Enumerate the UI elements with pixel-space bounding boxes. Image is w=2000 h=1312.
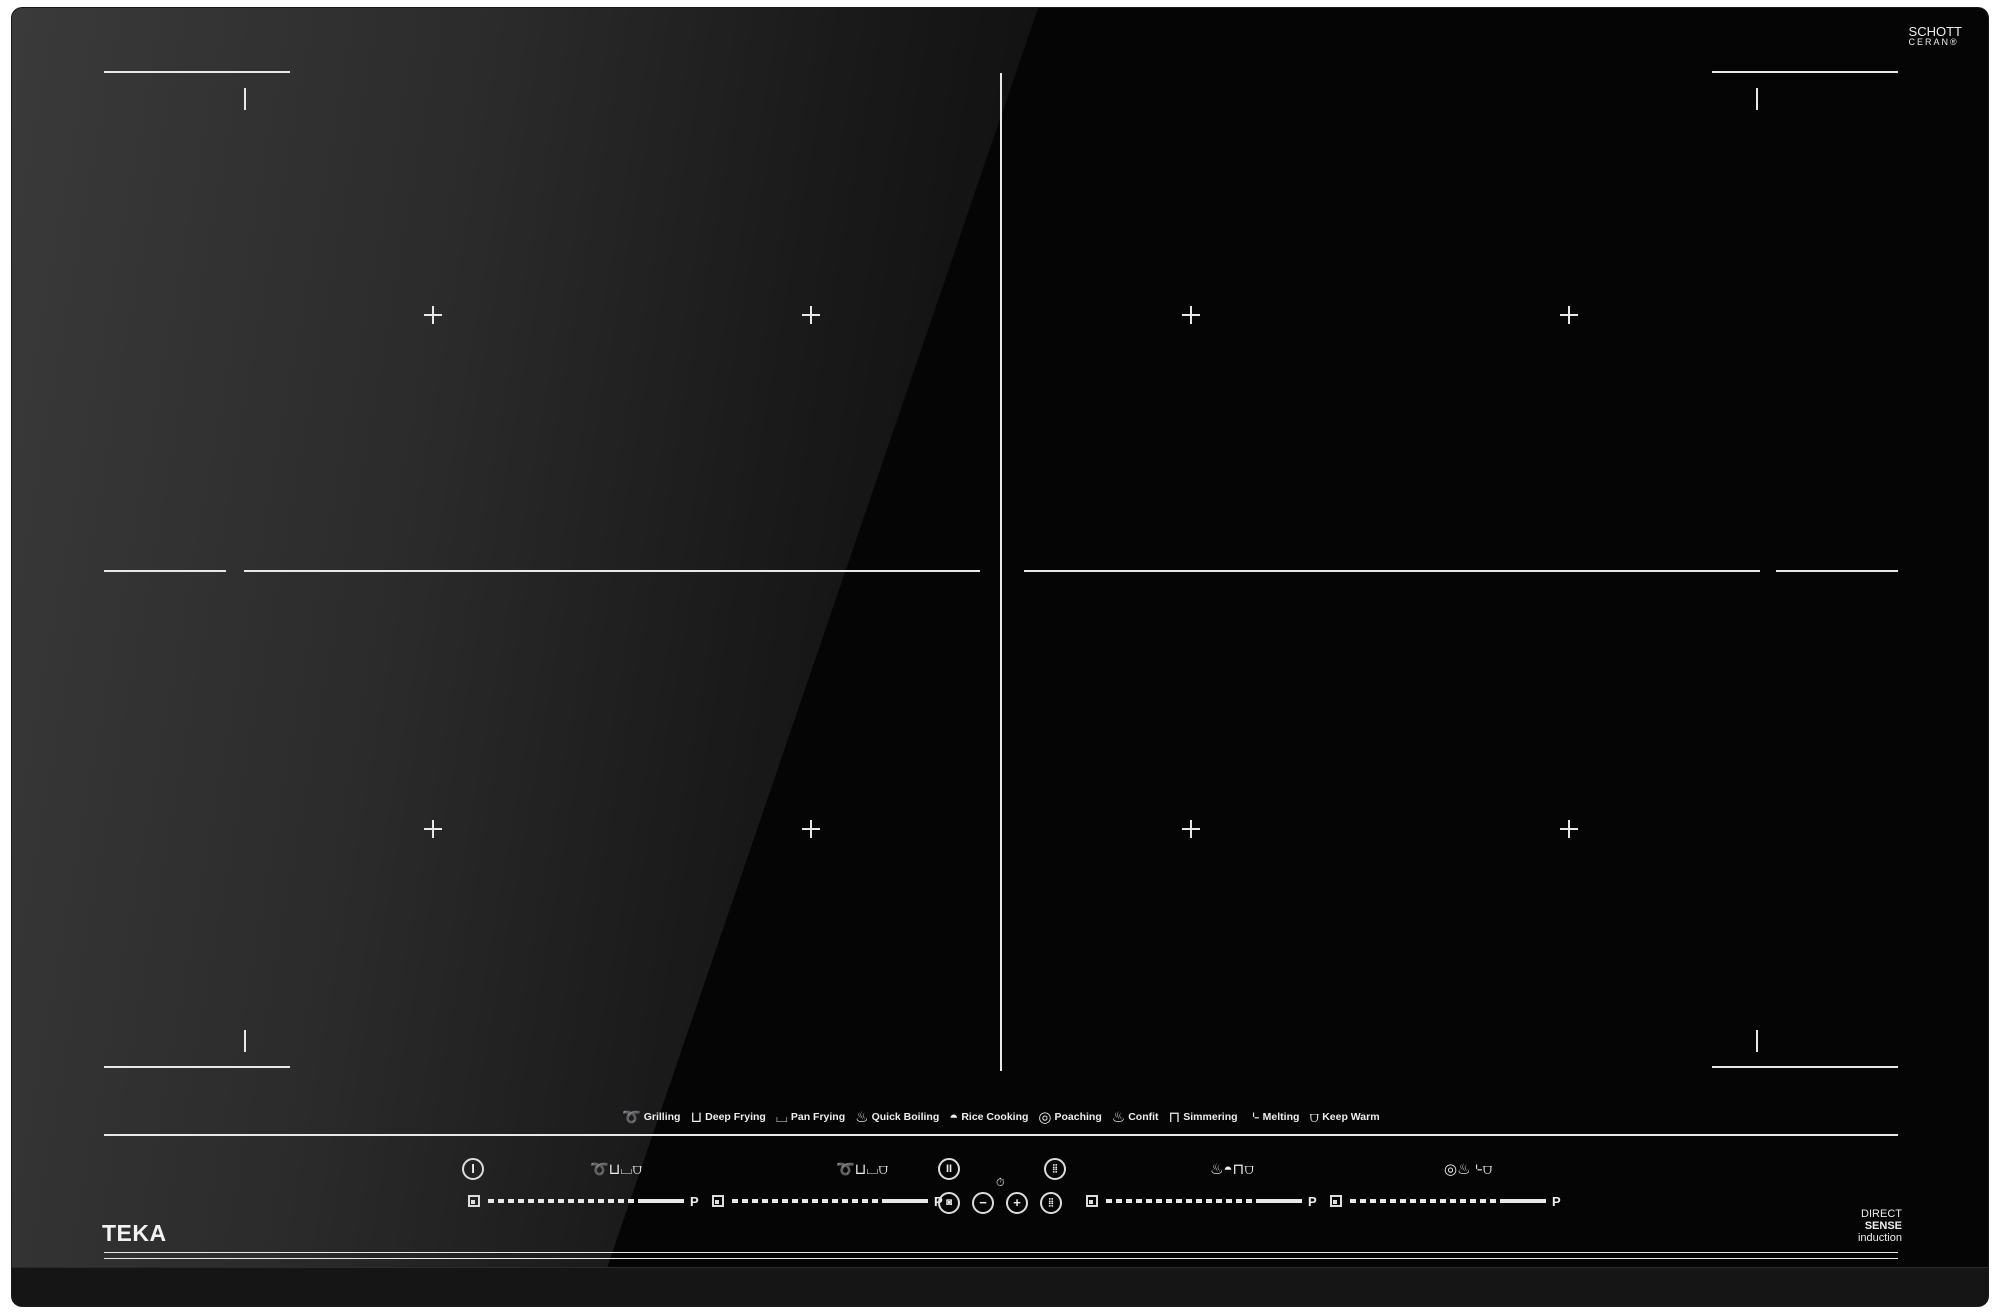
slider-track[interactable] (1350, 1199, 1546, 1203)
zone3-power-slider[interactable]: P (1086, 1192, 1317, 1210)
hob-front-edge (12, 1267, 1988, 1306)
function-poaching[interactable]: ◎ Poaching (1038, 1108, 1101, 1126)
badge-line2: SENSE (1864, 1220, 1902, 1232)
zone-divider (104, 570, 226, 572)
boil-icon: ♨ (855, 1109, 869, 1126)
function-rice-cooking[interactable]: ◓ Rice Cooking (949, 1109, 1028, 1126)
direct-sense-badge: DIRECT SENSE induction (1858, 1208, 1902, 1244)
zone4-power-slider[interactable]: P (1330, 1192, 1561, 1210)
flex-zone-button[interactable]: ⦙⦙ (1044, 1158, 1066, 1180)
zone-center-mark (1560, 306, 1578, 324)
function-label: Deep Frying (705, 1111, 766, 1123)
induction-hob: ➰ Grilling ⊔ Deep Frying ⌴ Pan Frying ♨ Quic… (12, 8, 1988, 1306)
zone-select-icon[interactable] (712, 1195, 724, 1207)
schott-text: SCHOTT (1908, 24, 1962, 39)
zone-divider (244, 570, 980, 572)
function-label: Keep Warm (1322, 1111, 1380, 1123)
zone2-power-slider[interactable]: P (712, 1192, 943, 1210)
function-grilling[interactable]: ➰ Grilling (622, 1108, 680, 1126)
function-melting[interactable]: ⌎ Melting (1248, 1108, 1300, 1126)
function-label: Poaching (1054, 1111, 1102, 1123)
zone-marking (104, 71, 290, 73)
zone-select-icon[interactable] (1330, 1195, 1342, 1207)
pan-icon: ⌴ (775, 1108, 788, 1126)
warm-icon: ⩌ (1309, 1108, 1320, 1126)
poach-icon: ◎ (1038, 1109, 1052, 1126)
timer-icon: ⏱ (996, 1177, 1005, 1189)
rice-icon: ◓ (949, 1108, 959, 1126)
zone-divider (1024, 570, 1760, 572)
pause-button[interactable]: II (938, 1158, 960, 1180)
boost-label[interactable]: P (690, 1194, 699, 1209)
function-keep-warm[interactable]: ⩌ Keep Warm (1309, 1109, 1379, 1126)
slider-track[interactable] (1106, 1199, 1302, 1203)
minus-button[interactable]: − (972, 1192, 994, 1214)
zone-center-mark (424, 306, 442, 324)
zone-center-mark (424, 820, 442, 838)
zone-center-mark (1182, 820, 1200, 838)
deep-fry-icon: ⊔ (690, 1109, 703, 1126)
teka-logo: TEKA (102, 1220, 167, 1246)
zone-center-mark (802, 820, 820, 838)
slider-track[interactable] (732, 1199, 928, 1203)
zone-marking (104, 1066, 290, 1068)
ceran-text: CERAN® (1908, 37, 1959, 47)
zone-divider (1000, 73, 1002, 1071)
zone-center-mark (1560, 820, 1578, 838)
zone-center-mark (802, 306, 820, 324)
lock-button[interactable]: ⦙⦙ (1040, 1192, 1062, 1214)
function-pan-frying[interactable]: ⌴ Pan Frying (776, 1109, 845, 1126)
badge-line3: induction (1857, 1232, 1902, 1244)
zone3-function-icons[interactable]: ♨◓⊓⩌ (1210, 1162, 1254, 1177)
bottom-trim-line (104, 1252, 1898, 1253)
zone-marking (1756, 88, 1758, 110)
zone1-power-slider[interactable]: P (468, 1192, 699, 1210)
zone-marking (1756, 1030, 1758, 1052)
function-label: Confit (1128, 1111, 1159, 1123)
function-label: Quick Boiling (871, 1111, 940, 1123)
function-quick-boiling[interactable]: ♨ Quick Boiling (855, 1108, 939, 1126)
zone-marking (1712, 71, 1898, 73)
zone-select-icon[interactable] (1086, 1195, 1098, 1207)
function-deep-frying[interactable]: ⊔ Deep Frying (690, 1108, 765, 1126)
function-label: Pan Frying (790, 1111, 846, 1123)
function-simmering[interactable]: ⊓ Simmering (1169, 1108, 1238, 1126)
zone2-function-icons[interactable]: ➰⊔⌴⩌ (836, 1162, 888, 1177)
zone-divider (1776, 570, 1898, 572)
zone-center-mark (1182, 306, 1200, 324)
control-panel-divider (104, 1134, 1898, 1136)
zone-marking (244, 88, 246, 110)
timer-select-button[interactable]: ◙ (938, 1192, 960, 1214)
boost-label[interactable]: P (1308, 1194, 1317, 1209)
power-button[interactable]: I (462, 1158, 484, 1180)
grill-icon: ➰ (622, 1109, 641, 1126)
zone-marking (244, 1030, 246, 1052)
melt-icon: ⌎ (1247, 1109, 1260, 1126)
boost-label[interactable]: P (1552, 1194, 1561, 1209)
zone4-function-icons[interactable]: ◎♨⌎⩌ (1444, 1162, 1492, 1177)
schott-ceran-logo: SCHOTT CERAN® (1908, 24, 1962, 48)
function-confit[interactable]: ♨ Confit (1112, 1108, 1159, 1126)
zone1-function-icons[interactable]: ➰⊔⌴⩌ (590, 1162, 642, 1177)
function-label: Grilling (643, 1111, 681, 1123)
plus-button[interactable]: + (1006, 1192, 1028, 1214)
pot-icon: ⊓ (1168, 1109, 1181, 1126)
zone-select-icon[interactable] (468, 1195, 480, 1207)
slider-track[interactable] (488, 1199, 684, 1203)
confit-icon: ♨ (1111, 1109, 1126, 1126)
cooking-functions: ➰ Grilling ⊔ Deep Frying ⌴ Pan Frying ♨ Quic… (622, 1108, 1380, 1127)
zone-marking (1712, 1066, 1898, 1068)
function-label: Melting (1262, 1111, 1300, 1123)
bottom-trim-line (104, 1258, 1898, 1259)
function-label: Simmering (1183, 1111, 1238, 1123)
badge-line1: DIRECT (1861, 1208, 1902, 1220)
function-label: Rice Cooking (961, 1111, 1029, 1123)
